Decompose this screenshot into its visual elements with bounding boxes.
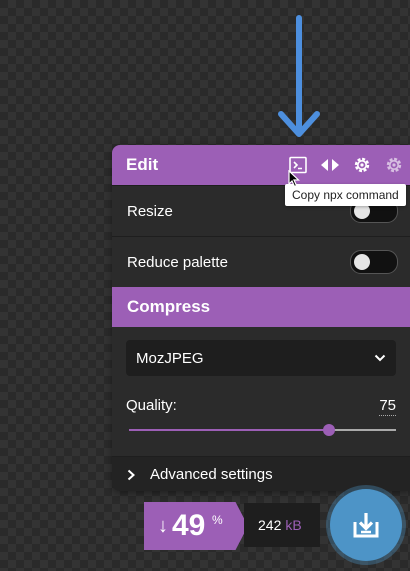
download-button[interactable]	[330, 489, 402, 561]
compress-header: Compress	[112, 287, 410, 327]
size-value: 242	[258, 517, 282, 533]
reduce-palette-toggle[interactable]	[350, 250, 398, 274]
toggle-knob	[354, 254, 370, 270]
gear-settings-icon	[386, 157, 402, 173]
quality-value-input[interactable]: 75	[379, 397, 396, 416]
copy-npx-tooltip: Copy npx command	[285, 184, 406, 206]
codec-select[interactable]: MozJPEG	[126, 340, 396, 376]
advanced-settings-label: Advanced settings	[150, 466, 273, 483]
output-size: 242 kB	[244, 503, 320, 547]
reduce-palette-row: Reduce palette	[112, 236, 410, 287]
slider-fill	[129, 429, 330, 431]
mouse-cursor-icon	[288, 170, 300, 188]
annotation-arrow-icon	[278, 15, 320, 137]
flip-horizontal-icon	[321, 159, 339, 171]
chevron-right-icon	[127, 469, 135, 480]
quality-label: Quality:	[126, 397, 177, 414]
quality-row: Quality: 75	[112, 376, 410, 416]
edit-title: Edit	[126, 155, 159, 174]
advanced-settings-toggle[interactable]: Advanced settings	[112, 456, 410, 491]
settings-alt-button[interactable]	[382, 153, 406, 177]
download-icon	[353, 513, 379, 538]
resize-label: Resize	[127, 202, 173, 220]
edit-header: Edit	[112, 145, 410, 185]
edit-toolbar	[286, 153, 406, 177]
size-unit: kB	[285, 517, 302, 533]
settings-button[interactable]	[350, 153, 374, 177]
codec-value: MozJPEG	[136, 349, 204, 367]
savings-arrow: ↓	[158, 515, 168, 537]
compare-button[interactable]	[318, 153, 342, 177]
reduce-palette-label: Reduce palette	[127, 253, 228, 271]
gear-icon	[354, 157, 370, 173]
slider-thumb[interactable]	[323, 424, 336, 436]
chevron-down-icon	[374, 354, 386, 362]
savings-badge: ↓ 49 %	[144, 502, 248, 550]
savings-value: 49	[172, 509, 206, 542]
compress-title: Compress	[127, 297, 211, 316]
quality-slider[interactable]	[129, 422, 396, 438]
savings-unit: %	[212, 513, 223, 527]
